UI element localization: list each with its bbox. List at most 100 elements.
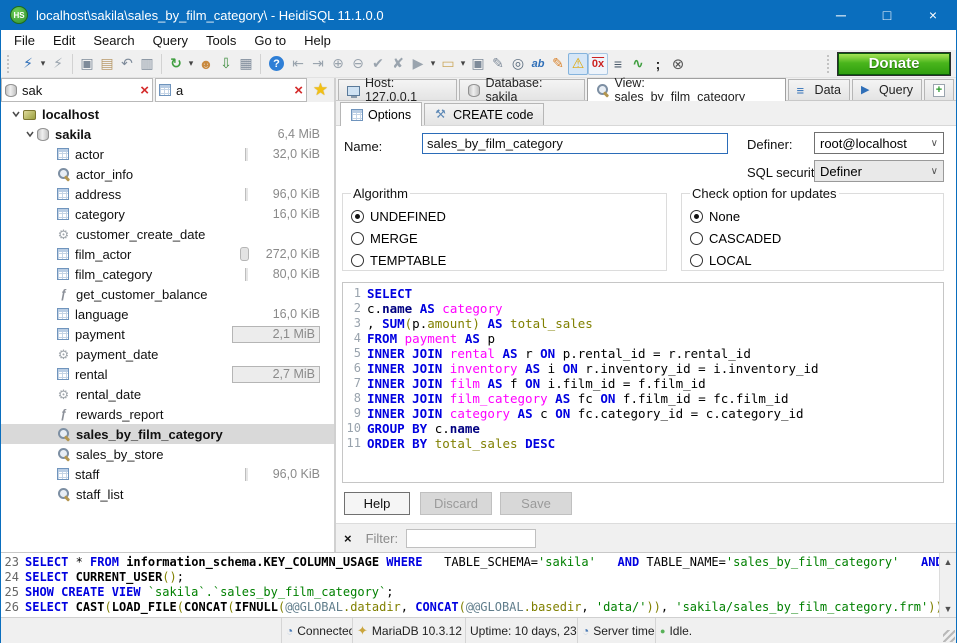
help-icon[interactable]: ? <box>269 56 284 71</box>
tree-item-film-actor[interactable]: film_actor 272,0 KiB <box>1 244 334 264</box>
sql-security-select[interactable]: Definer ∨ <box>814 160 944 182</box>
tree-item-film-category[interactable]: film_category 80,0 KiB <box>1 264 334 284</box>
tree-item-category[interactable]: category 16,0 KiB <box>1 204 334 224</box>
new-query-tab-button[interactable]: + <box>924 79 954 100</box>
maximize-button[interactable]: □ <box>864 0 910 30</box>
cancel-changes-icon[interactable]: ✘ <box>388 53 408 75</box>
tree-item-language[interactable]: language 16,0 KiB <box>1 304 334 324</box>
menu-search[interactable]: Search <box>84 32 143 49</box>
discard-button[interactable]: Discard <box>420 492 492 515</box>
hex-toggle-icon[interactable]: 0x <box>588 53 608 75</box>
menu-file[interactable]: File <box>5 32 44 49</box>
favorites-star-icon[interactable]: ★ <box>307 78 334 102</box>
refresh-caret[interactable]: ▾ <box>186 53 196 75</box>
undo-icon[interactable]: ↶ <box>117 53 137 75</box>
view-name-input[interactable] <box>422 133 728 154</box>
definer-select[interactable]: root@localhost ∨ <box>814 132 944 154</box>
tab-data[interactable]: ≡ Data <box>788 79 850 100</box>
session-manager-caret[interactable]: ▾ <box>38 53 48 75</box>
copy-icon[interactable]: ▣ <box>77 53 97 75</box>
delete-row-icon[interactable]: ⊖ <box>348 53 368 75</box>
tree-item-staff[interactable]: staff 96,0 KiB <box>1 464 334 484</box>
clear-filter-icon[interactable]: × <box>294 82 303 99</box>
tree-item-localhost[interactable]: localhost <box>1 104 334 124</box>
radio-none[interactable]: None <box>690 205 935 227</box>
radio-undefined[interactable]: UNDEFINED <box>351 205 658 227</box>
params-icon[interactable]: ≡ <box>608 53 628 75</box>
donate-button[interactable]: Donate <box>838 53 950 75</box>
tree-item-rewards-report[interactable]: ƒ rewards_report <box>1 404 334 424</box>
close-filter-icon[interactable]: × <box>344 531 352 546</box>
first-row-icon[interactable]: ⇤ <box>288 53 308 75</box>
export-icon[interactable]: ⇩ <box>216 53 236 75</box>
tree-item-get-customer-balance[interactable]: ƒ get_customer_balance <box>1 284 334 304</box>
chevron-down-icon[interactable] <box>9 109 23 119</box>
find-icon[interactable]: ◎ <box>508 53 528 75</box>
menu-edit[interactable]: Edit <box>44 32 84 49</box>
menu-query[interactable]: Query <box>144 32 197 49</box>
open-file-icon[interactable]: ▭ <box>438 53 458 75</box>
help-button[interactable]: Help <box>344 492 410 515</box>
open-file-caret[interactable]: ▾ <box>458 53 468 75</box>
beautify-icon[interactable]: ✎ <box>548 53 568 75</box>
chevron-down-icon[interactable] <box>23 129 37 139</box>
menu-help[interactable]: Help <box>295 32 340 49</box>
replace-icon[interactable]: ab <box>528 53 548 75</box>
refresh-icon[interactable]: ↻ <box>166 53 186 75</box>
database-filter-value[interactable]: sak <box>22 83 140 98</box>
last-row-icon[interactable]: ⇥ <box>308 53 328 75</box>
radio-cascaded[interactable]: CASCADED <box>690 227 935 249</box>
tree-item-address[interactable]: address 96,0 KiB <box>1 184 334 204</box>
sql-log[interactable]: 23SELECT * FROM information_schema.KEY_C… <box>1 553 939 617</box>
subtab-options[interactable]: Options <box>340 102 422 126</box>
tree-item-rental-date[interactable]: ⚙ rental_date <box>1 384 334 404</box>
post-changes-icon[interactable]: ✔ <box>368 53 388 75</box>
tree-item-payment[interactable]: payment 2,1 MiB <box>1 324 334 344</box>
reconnect-icon[interactable]: ∿ <box>628 53 648 75</box>
tree-item-staff-list[interactable]: staff_list <box>1 484 334 504</box>
save-as-icon[interactable]: ✎ <box>488 53 508 75</box>
print-icon[interactable]: ▥ <box>137 53 157 75</box>
database-filter[interactable]: sak × <box>1 78 153 102</box>
minimize-button[interactable]: ─ <box>818 0 864 30</box>
save-button[interactable]: Save <box>500 492 572 515</box>
tree-item-actor-info[interactable]: actor_info <box>1 164 334 184</box>
paste-icon[interactable]: ▤ <box>97 53 117 75</box>
execute-icon[interactable]: ▶ <box>408 53 428 75</box>
menu-goto[interactable]: Go to <box>245 32 295 49</box>
execute-caret[interactable]: ▾ <box>428 53 438 75</box>
scroll-down-icon[interactable]: ▼ <box>941 601 956 616</box>
session-manager-icon[interactable]: ⚡ <box>18 53 38 75</box>
tab-database[interactable]: Database: sakila <box>459 79 585 100</box>
resize-grip[interactable] <box>943 630 955 642</box>
table-filter-value[interactable]: a <box>176 83 294 98</box>
close-button[interactable]: × <box>910 0 956 30</box>
disconnect-icon[interactable]: ⚡ <box>48 53 68 75</box>
table-filter[interactable]: a × <box>155 78 307 102</box>
tree-item-actor[interactable]: actor 32,0 KiB <box>1 144 334 164</box>
scroll-up-icon[interactable]: ▲ <box>941 554 956 569</box>
tree-item-sales-by-film-category[interactable]: sales_by_film_category <box>1 424 334 444</box>
tree-item-sales-by-store[interactable]: sales_by_store <box>1 444 334 464</box>
subtab-create-code[interactable]: ⚒ CREATE code <box>424 103 544 125</box>
radio-temptable[interactable]: TEMPTABLE <box>351 249 658 271</box>
clear-filter-icon[interactable]: × <box>140 82 149 99</box>
log-scrollbar[interactable]: ▲ ▼ <box>939 553 956 617</box>
stop-icon[interactable]: ⊗ <box>668 53 688 75</box>
tree-item-sakila[interactable]: sakila 6,4 MiB <box>1 124 334 144</box>
blob-editor-icon[interactable]: ▦ <box>236 53 256 75</box>
tab-query[interactable]: ▶ Query <box>852 79 922 100</box>
filter-input[interactable] <box>406 529 536 548</box>
radio-local[interactable]: LOCAL <box>690 249 935 271</box>
menu-tools[interactable]: Tools <box>197 32 245 49</box>
tab-view[interactable]: View: sales_by_film_category <box>587 78 785 101</box>
insert-row-icon[interactable]: ⊕ <box>328 53 348 75</box>
tree-item-customer-create-date[interactable]: ⚙ customer_create_date <box>1 224 334 244</box>
tree-item-rental[interactable]: rental 2,7 MiB <box>1 364 334 384</box>
delimiter-icon[interactable]: ; <box>648 53 668 75</box>
view-body-editor[interactable]: 1SELECT 2c.name AS category 3, SUM(p.amo… <box>342 282 944 483</box>
save-icon[interactable]: ▣ <box>468 53 488 75</box>
user-manager-icon[interactable]: ☻ <box>196 53 216 75</box>
tree-item-payment-date[interactable]: ⚙ payment_date <box>1 344 334 364</box>
warning-toggle-icon[interactable]: ⚠ <box>568 53 588 75</box>
